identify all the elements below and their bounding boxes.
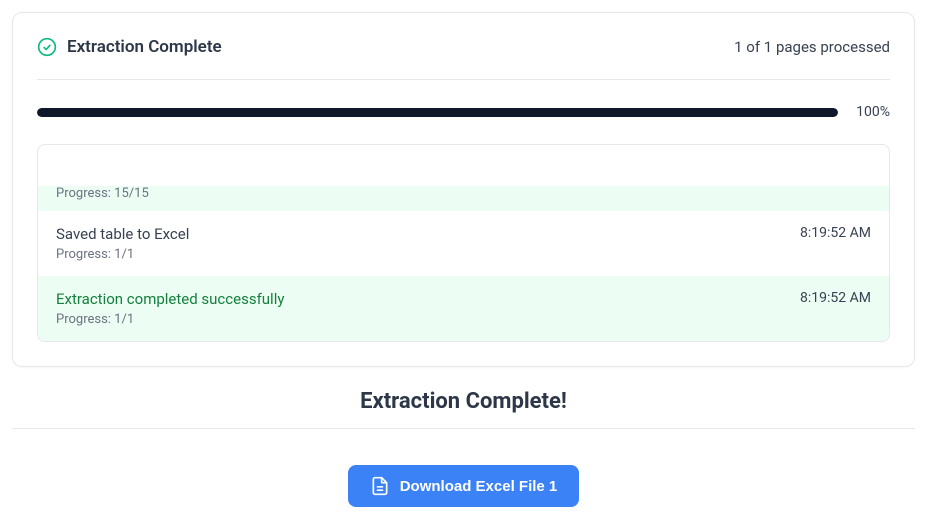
log-progress-text: Progress: 1/1 [56,247,189,262]
check-circle-icon [37,37,57,57]
download-excel-button[interactable]: Download Excel File 1 [348,465,580,507]
progress-bar-fill [37,108,838,117]
progress-row: 100% [37,104,890,120]
log-item-title: Saved table to Excel [56,225,189,243]
log-item: Saved table to Excel Progress: 1/1 8:19:… [38,211,889,276]
title-group: Extraction Complete [37,37,222,57]
log-item-left: Saved table to Excel Progress: 1/1 [56,225,189,262]
progress-bar [37,108,838,117]
card-header: Extraction Complete 1 of 1 pages process… [37,37,890,80]
log-item-left: Extraction completed successfully Progre… [56,290,284,327]
card-title: Extraction Complete [67,37,222,57]
complete-heading: Extraction Complete! [12,389,915,429]
download-button-label: Download Excel File 1 [400,478,558,495]
log-progress-text: Progress: 1/1 [56,312,284,327]
log-item: Extraction completed successfully Progre… [38,276,889,341]
log-item: Progress: 15/15 [38,186,889,211]
progress-percent: 100% [856,104,890,120]
log-item-time: 8:19:52 AM [800,225,871,241]
log-item-title: Extraction completed successfully [56,290,284,308]
status-card: Extraction Complete 1 of 1 pages process… [12,12,915,367]
log-item-time: 8:19:52 AM [800,290,871,306]
complete-section: Extraction Complete! Download Excel File… [12,389,915,507]
pages-processed-text: 1 of 1 pages processed [734,38,890,56]
log-progress-text: Progress: 15/15 [56,186,871,201]
file-text-icon [370,476,390,496]
log-container: Progress: 15/15 Saved table to Excel Pro… [37,144,890,342]
log-scroll[interactable]: Progress: 15/15 Saved table to Excel Pro… [38,145,889,341]
